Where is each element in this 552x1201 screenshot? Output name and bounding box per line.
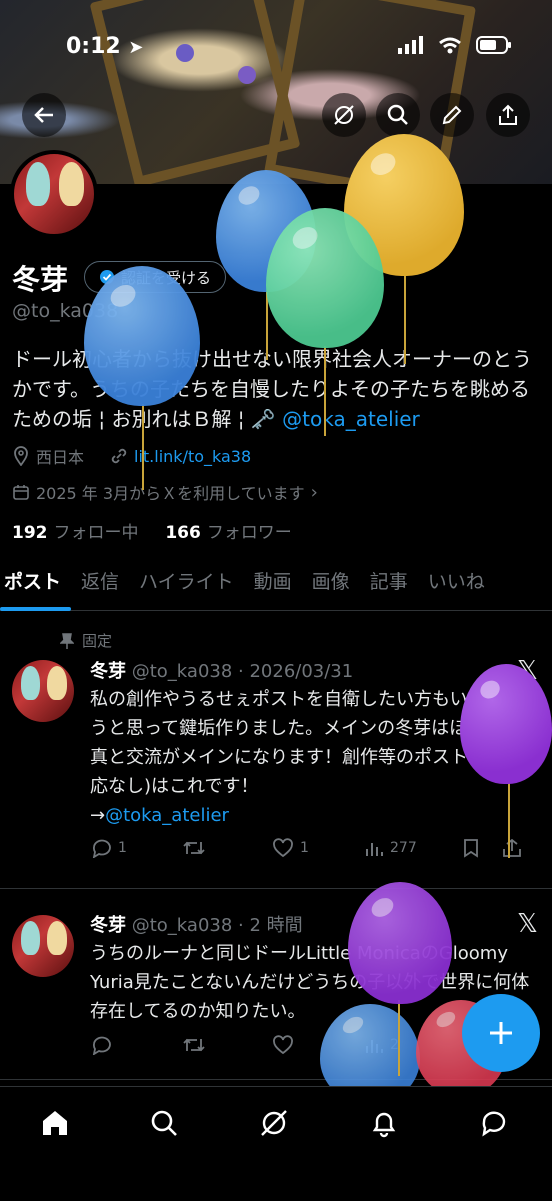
- followers-label: フォロワー: [206, 523, 292, 543]
- tab-likes[interactable]: いいね: [418, 562, 495, 610]
- view-count: 277: [390, 840, 417, 856]
- reply-count: 1: [118, 840, 127, 856]
- tab-replies[interactable]: 返信: [71, 562, 129, 610]
- share-button[interactable]: [486, 93, 530, 137]
- profile-meta-row: 西日本 lit.link/to_ka38: [12, 444, 251, 468]
- like-count: 1: [300, 840, 309, 856]
- location-text: 西日本: [36, 448, 85, 467]
- balloon-string: [404, 274, 406, 364]
- search-icon: [387, 104, 408, 125]
- post-mention-link[interactable]: @toka_atelier: [105, 805, 229, 826]
- pinned-label: 固定: [82, 632, 113, 650]
- nav-home[interactable]: [37, 1105, 73, 1141]
- back-button[interactable]: [22, 93, 66, 137]
- bio-link[interactable]: @toka_atelier: [282, 407, 420, 431]
- link-icon: [111, 448, 127, 464]
- status-icons: [398, 36, 512, 54]
- post-avatar[interactable]: [12, 660, 74, 722]
- compose-button[interactable]: [462, 994, 540, 1072]
- following-link[interactable]: 192 フォロー中: [12, 523, 139, 543]
- search-button[interactable]: [376, 93, 420, 137]
- wifi-icon: [439, 37, 461, 54]
- follow-counts: 192 フォロー中 166 フォロワー: [12, 518, 292, 543]
- nav-search[interactable]: [146, 1105, 182, 1141]
- message-icon: [482, 1111, 506, 1137]
- joined-row[interactable]: 2025 年 3月からＸを利用しています ›: [12, 480, 318, 504]
- balloon-purple: [348, 882, 452, 1004]
- pinned-indicator: 固定: [60, 630, 112, 651]
- tab-highlights[interactable]: ハイライト: [129, 562, 244, 610]
- balloon-string: [508, 782, 510, 858]
- post-link-prefix: →: [90, 805, 106, 826]
- plus-icon: [490, 1022, 512, 1044]
- tab-videos[interactable]: 動画: [244, 562, 302, 610]
- bookmark-button[interactable]: [462, 838, 502, 858]
- pin-icon: [60, 632, 74, 649]
- bookmark-icon: [464, 839, 478, 858]
- grok-icon: [334, 105, 354, 125]
- post-header: 冬芽 @to_ka038 · 2026/03/31: [90, 657, 353, 683]
- nav-messages[interactable]: [476, 1105, 512, 1141]
- tab-articles[interactable]: 記事: [360, 562, 418, 610]
- profile-avatar[interactable]: [10, 150, 98, 238]
- repost-button[interactable]: [182, 838, 272, 858]
- profile-tabs: ポスト 返信 ハイライト 動画 画像 記事 いいね: [0, 562, 552, 611]
- pencil-icon: [442, 105, 462, 125]
- balloon-string: [142, 404, 144, 490]
- reply-icon: [92, 1036, 111, 1055]
- heart-icon: [273, 838, 293, 858]
- grok-button[interactable]: [322, 93, 366, 137]
- edit-button[interactable]: [430, 93, 474, 137]
- post-author: 冬芽: [90, 661, 126, 682]
- bottom-navigation: [0, 1086, 552, 1201]
- website-link[interactable]: lit.link/to_ka38: [134, 447, 251, 466]
- balloon-string: [324, 346, 326, 436]
- reply-button[interactable]: [90, 1035, 182, 1055]
- arrow-left-icon: [34, 107, 53, 123]
- share-icon: [499, 104, 517, 125]
- balloon-purple: [460, 664, 552, 784]
- views-button[interactable]: 277: [364, 838, 462, 858]
- followers-count: 166: [165, 523, 201, 543]
- balloon-string: [398, 1000, 400, 1076]
- followers-link[interactable]: 166 フォロワー: [165, 523, 292, 543]
- status-bar: 0:12 ➤: [0, 0, 552, 88]
- nav-grok[interactable]: [256, 1105, 292, 1141]
- share-post-button[interactable]: [502, 838, 522, 858]
- post-meta: @to_ka038 · 2 時間: [131, 915, 303, 936]
- repost-icon: [183, 841, 205, 855]
- profile-name: 冬芽: [12, 263, 69, 296]
- post-meta: @to_ka038 · 2026/03/31: [131, 661, 354, 682]
- heart-icon: [273, 1035, 293, 1055]
- battery-icon: [476, 36, 511, 54]
- signal-icon: [398, 36, 423, 54]
- location-icon: [14, 446, 28, 466]
- views-icon: [366, 843, 383, 856]
- x-logo-icon: 𝕏: [517, 909, 538, 939]
- following-label: フォロー中: [53, 523, 139, 543]
- search-icon: [151, 1110, 177, 1136]
- share-icon: [503, 838, 521, 857]
- repost-icon: [183, 1038, 205, 1052]
- tab-posts[interactable]: ポスト: [0, 562, 72, 611]
- reply-icon: [92, 839, 111, 858]
- calendar-icon: [13, 485, 29, 500]
- post-author: 冬芽: [90, 915, 126, 936]
- post-header: 冬芽 @to_ka038 · 2 時間: [90, 911, 303, 937]
- nav-notifications[interactable]: [366, 1105, 402, 1141]
- reply-button[interactable]: 1: [90, 838, 182, 858]
- tab-images[interactable]: 画像: [302, 562, 360, 610]
- post-avatar[interactable]: [12, 915, 74, 977]
- joined-text: 2025 年 3月からＸを利用しています: [36, 484, 305, 503]
- following-count: 192: [12, 523, 48, 543]
- repost-button[interactable]: [182, 1035, 272, 1055]
- status-time: 0:12 ➤: [66, 34, 144, 59]
- post-actions: 1 1 277: [90, 838, 542, 858]
- home-icon: [43, 1111, 67, 1135]
- grok-icon: [261, 1110, 287, 1136]
- like-button[interactable]: 1: [272, 838, 364, 858]
- bell-icon: [372, 1112, 396, 1138]
- chevron-right-icon: ›: [310, 481, 318, 503]
